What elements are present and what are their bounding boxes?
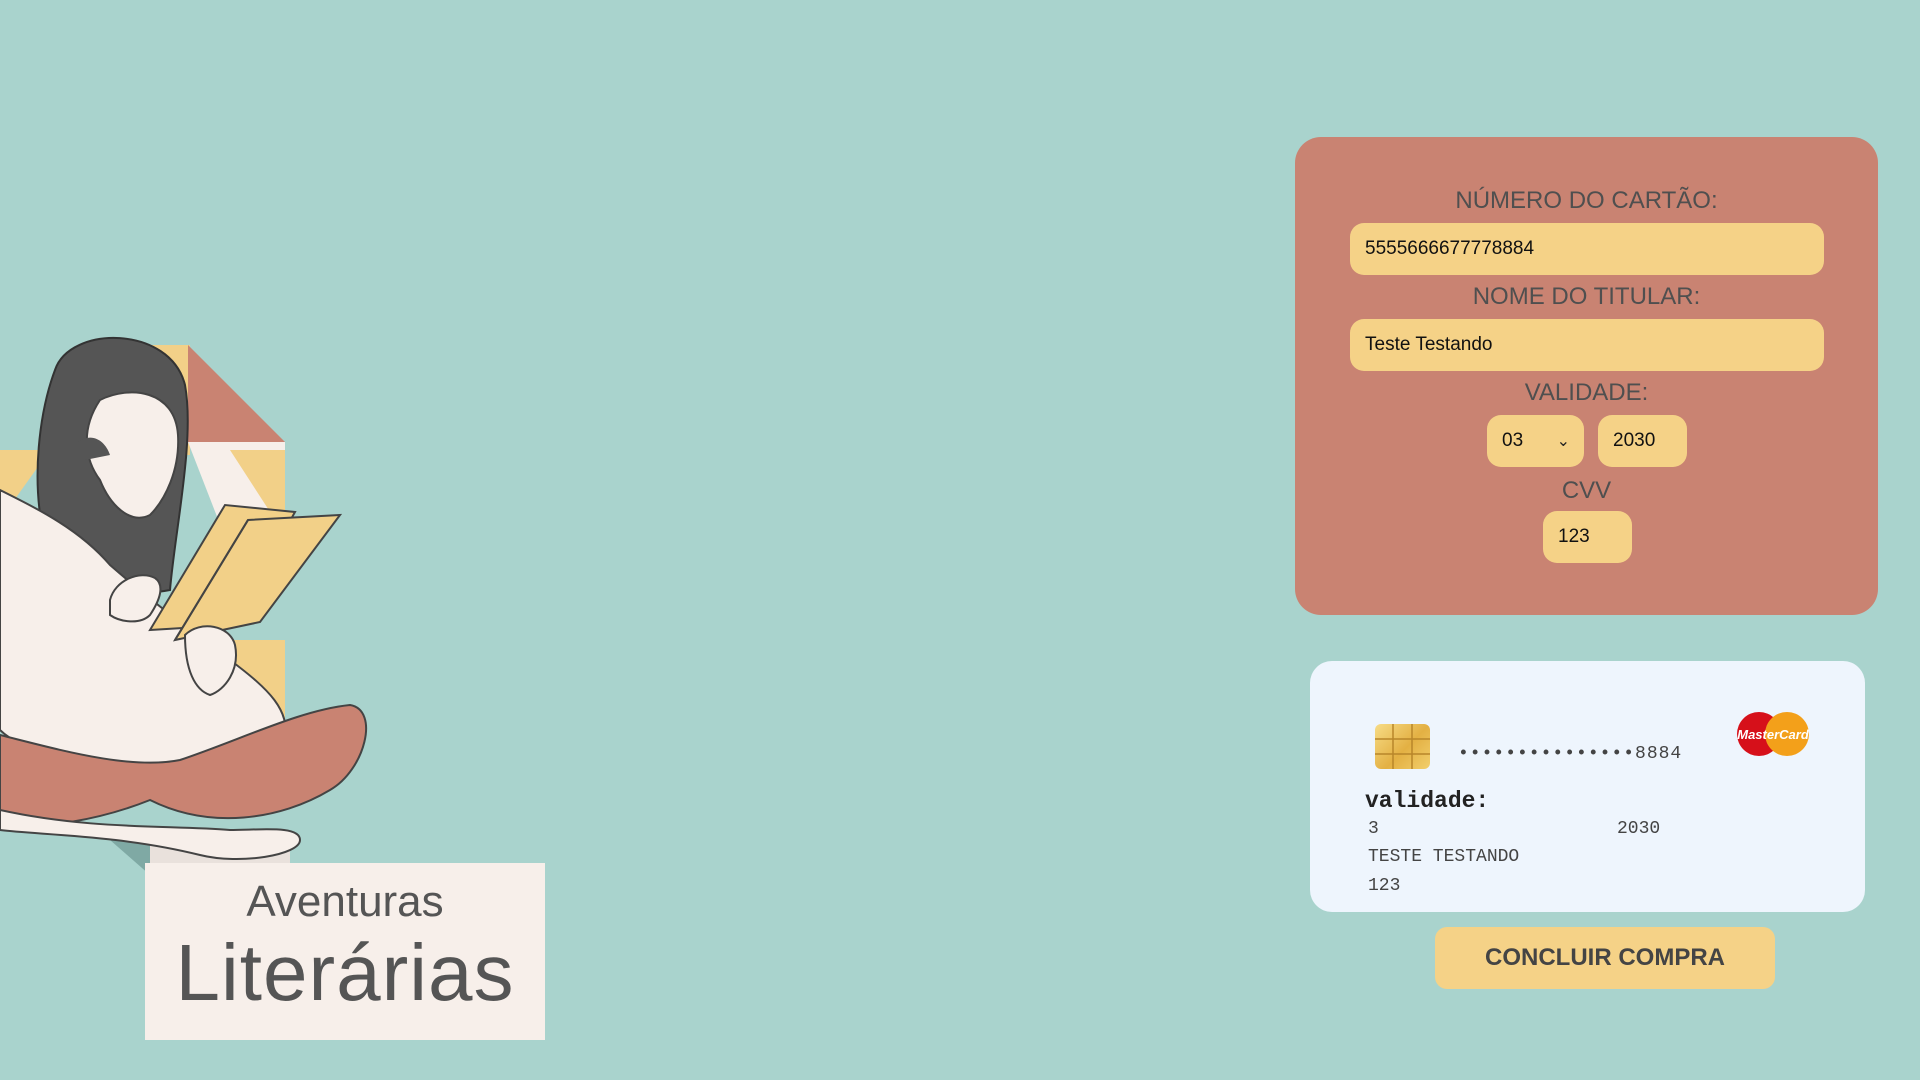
card-holder-name: TESTE TESTANDO bbox=[1368, 847, 1520, 867]
card-number-label: NÚMERO DO CARTÃO: bbox=[1455, 187, 1718, 214]
card-masked-number: •••••••••••••••8884 bbox=[1458, 744, 1683, 764]
expiry-label: VALIDADE: bbox=[1524, 379, 1649, 406]
expiry-year-input[interactable]: 2030 bbox=[1598, 415, 1687, 467]
chevron-down-icon: ⌄ bbox=[1556, 433, 1570, 450]
brand-logo-box: Aventuras Literárias bbox=[145, 863, 545, 1040]
expiry-month-select[interactable]: 03 ⌄ bbox=[1487, 415, 1584, 467]
credit-card-preview: •••••••••••••••8884 MasterCard validade:… bbox=[1310, 661, 1865, 912]
card-expiry-month: 3 bbox=[1368, 819, 1379, 839]
expiry-month-value: 03 bbox=[1502, 430, 1524, 451]
holder-name-input[interactable]: Teste Testando bbox=[1350, 319, 1824, 371]
card-validity-label: validade: bbox=[1365, 788, 1490, 814]
holder-name-label: NOME DO TITULAR: bbox=[1472, 283, 1701, 310]
mastercard-logo-icon: MasterCard bbox=[1735, 710, 1811, 758]
mastercard-logo-text: MasterCard bbox=[1737, 727, 1810, 742]
brand-subtitle: Aventuras bbox=[246, 877, 444, 926]
brand-title: Literárias bbox=[175, 928, 515, 1017]
card-chip-icon bbox=[1375, 724, 1430, 769]
card-cvv: 123 bbox=[1368, 876, 1401, 896]
cvv-label: CVV bbox=[1561, 477, 1612, 504]
card-number-input[interactable]: 5555666677778884 bbox=[1350, 223, 1824, 275]
checkout-button[interactable]: CONCLUIR COMPRA bbox=[1435, 927, 1775, 989]
cvv-input[interactable]: 123 bbox=[1543, 511, 1632, 563]
reading-woman-illustration bbox=[0, 330, 380, 890]
card-expiry-year: 2030 bbox=[1617, 819, 1661, 839]
payment-form: NÚMERO DO CARTÃO: 5555666677778884 NOME … bbox=[1295, 137, 1878, 615]
